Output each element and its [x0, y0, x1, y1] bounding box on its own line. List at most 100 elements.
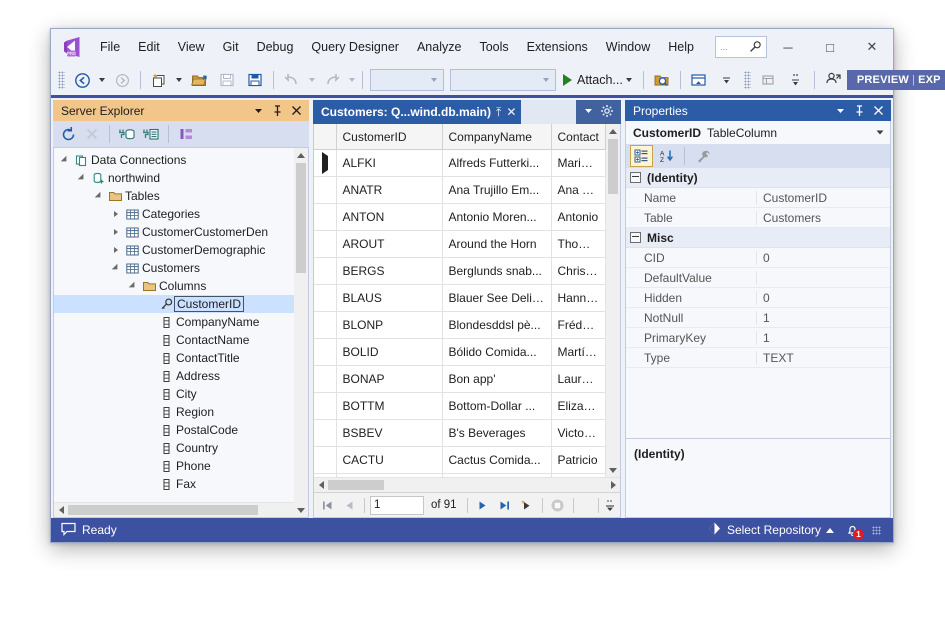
- property-value[interactable]: 0: [757, 291, 890, 305]
- row-selector-cell[interactable]: [314, 150, 336, 177]
- stop-execution-button[interactable]: [548, 495, 568, 515]
- table-cell[interactable]: Bon app': [442, 366, 551, 393]
- twisty-expanded-icon[interactable]: [58, 156, 72, 164]
- tree-node-categories[interactable]: Categories: [54, 205, 308, 223]
- table-cell[interactable]: Ana Truj: [551, 177, 606, 204]
- grid-horizontal-scrollbar[interactable]: [314, 477, 620, 492]
- configuration-combo[interactable]: [370, 69, 444, 91]
- table-cell[interactable]: B's Beverages: [442, 420, 551, 447]
- twisty-expanded-icon[interactable]: [75, 174, 89, 182]
- table-row[interactable]: ALFKIAlfreds Futterki...Maria Ar: [314, 150, 606, 177]
- stop-button[interactable]: [81, 123, 103, 145]
- quick-launch-search[interactable]: ...: [715, 36, 767, 58]
- pin-icon[interactable]: [269, 102, 286, 119]
- tree-node-postalcode[interactable]: PostalCode: [54, 421, 308, 439]
- table-cell[interactable]: BSBEV: [336, 420, 442, 447]
- scroll-up-button[interactable]: [294, 148, 308, 162]
- tree-node-contactname[interactable]: ContactName: [54, 331, 308, 349]
- pane-menu-icon[interactable]: [832, 102, 849, 119]
- property-value[interactable]: 1: [757, 311, 890, 325]
- table-cell[interactable]: Blauer See Delik...: [442, 285, 551, 312]
- property-row[interactable]: Hidden0: [626, 288, 890, 308]
- properties-rows[interactable]: (Identity)NameCustomerIDTableCustomersMi…: [626, 168, 890, 438]
- menu-query-designer[interactable]: Query Designer: [302, 34, 408, 60]
- grid-scroll-right-button[interactable]: [606, 478, 620, 492]
- grid-scroll-left-button[interactable]: [314, 478, 328, 492]
- property-value[interactable]: 0: [757, 251, 890, 265]
- property-row[interactable]: DefaultValue: [626, 268, 890, 288]
- property-value[interactable]: 1: [757, 331, 890, 345]
- scroll-down-button[interactable]: [294, 503, 308, 517]
- grid-vertical-scrollbar[interactable]: [606, 124, 620, 477]
- tree-node-city[interactable]: City: [54, 385, 308, 403]
- undo-dropdown-icon[interactable]: [309, 78, 315, 82]
- row-selector-cell[interactable]: [314, 447, 336, 474]
- property-category-header[interactable]: (Identity): [626, 168, 890, 188]
- table-row[interactable]: BLONPBlondesddsl pè...Frédériq: [314, 312, 606, 339]
- table-cell[interactable]: Victoria .: [551, 420, 606, 447]
- property-category-header[interactable]: Misc: [626, 228, 890, 248]
- property-row[interactable]: NameCustomerID: [626, 188, 890, 208]
- tree-node-tables[interactable]: Tables: [54, 187, 308, 205]
- column-header-companyname[interactable]: CompanyName: [442, 124, 551, 150]
- table-cell[interactable]: Bólido Comida...: [442, 339, 551, 366]
- connect-to-database-button[interactable]: [116, 123, 138, 145]
- tree-node-phone[interactable]: Phone: [54, 457, 308, 475]
- twisty-expanded-icon[interactable]: [109, 264, 123, 272]
- tree-node-fax[interactable]: Fax: [54, 475, 308, 493]
- table-row[interactable]: BERGSBerglunds snab...Christina: [314, 258, 606, 285]
- property-row[interactable]: TableCustomers: [626, 208, 890, 228]
- tree-node-country[interactable]: Country: [54, 439, 308, 457]
- close-button[interactable]: ✕: [851, 29, 893, 65]
- row-selector-cell[interactable]: [314, 285, 336, 312]
- table-cell[interactable]: BERGS: [336, 258, 442, 285]
- table-row[interactable]: ANTONAntonio Moren...Antonio: [314, 204, 606, 231]
- table-cell[interactable]: Alfreds Futterki...: [442, 150, 551, 177]
- pin-icon[interactable]: [851, 102, 868, 119]
- platform-combo[interactable]: [450, 69, 556, 91]
- undo-button[interactable]: [278, 68, 306, 92]
- solution-explorer-button[interactable]: [754, 68, 782, 92]
- connect-to-server-button[interactable]: [140, 123, 162, 145]
- new-project-dropdown-icon[interactable]: [176, 78, 182, 82]
- object-relational-button[interactable]: [175, 123, 197, 145]
- menu-tools[interactable]: Tools: [470, 34, 517, 60]
- notifications-button[interactable]: 1: [843, 522, 861, 538]
- table-row[interactable]: BLAUSBlauer See Delik...Hanna M: [314, 285, 606, 312]
- table-cell[interactable]: Berglunds snab...: [442, 258, 551, 285]
- twisty-expanded-icon[interactable]: [92, 192, 106, 200]
- twisty-collapsed-icon[interactable]: [109, 247, 123, 253]
- table-cell[interactable]: Cactus Comida...: [442, 447, 551, 474]
- chevron-down-icon[interactable]: [875, 126, 885, 140]
- table-cell[interactable]: BONAP: [336, 366, 442, 393]
- scroll-left-button[interactable]: [54, 503, 68, 517]
- refresh-button[interactable]: [57, 123, 79, 145]
- property-row[interactable]: TypeTEXT: [626, 348, 890, 368]
- new-record-button[interactable]: [517, 495, 537, 515]
- toolbar-grip-2[interactable]: [744, 71, 751, 89]
- tree-node-companyname[interactable]: CompanyName: [54, 313, 308, 331]
- select-repository-button[interactable]: Select Repository: [707, 521, 834, 539]
- row-header-corner[interactable]: [314, 124, 336, 150]
- new-window-button[interactable]: [685, 68, 713, 92]
- property-value[interactable]: Customers: [757, 211, 890, 225]
- collapse-icon[interactable]: [630, 232, 641, 243]
- server-explorer-tree[interactable]: Data ConnectionsnorthwindTablesCategorie…: [54, 148, 308, 502]
- next-record-button[interactable]: [473, 495, 493, 515]
- column-header-contactname[interactable]: Contact: [551, 124, 606, 150]
- attach-button[interactable]: Attach...: [559, 68, 639, 92]
- solution-explorer-dropdown[interactable]: [782, 68, 810, 92]
- server-explorer-titlebar[interactable]: Server Explorer: [53, 100, 309, 121]
- property-pages-button[interactable]: [692, 146, 713, 166]
- table-cell[interactable]: Martín S: [551, 339, 606, 366]
- attach-dropdown-icon[interactable]: [626, 78, 632, 82]
- row-selector-cell[interactable]: [314, 231, 336, 258]
- close-icon[interactable]: [870, 102, 887, 119]
- tree-node-customerid[interactable]: CustomerID: [54, 295, 308, 313]
- table-cell[interactable]: ANATR: [336, 177, 442, 204]
- property-row[interactable]: CID0: [626, 248, 890, 268]
- menu-help[interactable]: Help: [659, 34, 703, 60]
- tree-horizontal-scrollbar[interactable]: [54, 502, 308, 517]
- table-cell[interactable]: BLAUS: [336, 285, 442, 312]
- properties-titlebar[interactable]: Properties: [625, 100, 891, 121]
